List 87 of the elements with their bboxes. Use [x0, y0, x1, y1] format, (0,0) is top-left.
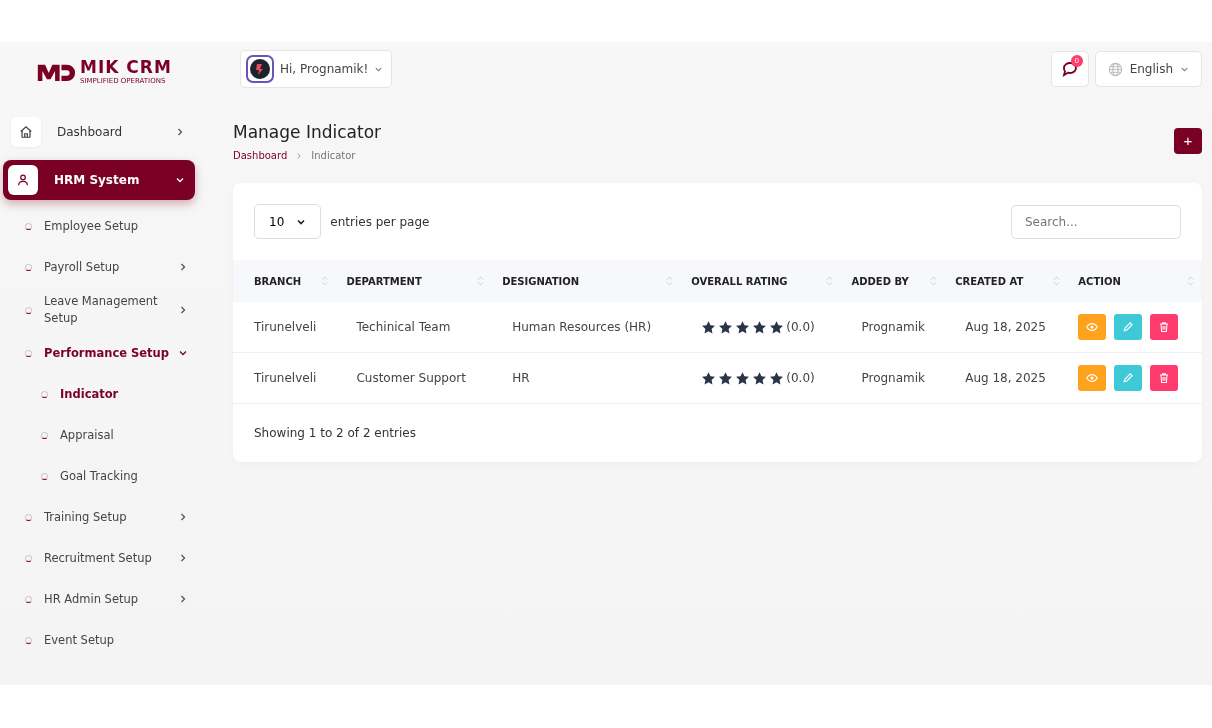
star-icon — [735, 370, 751, 386]
table-cell: Prognamik — [861, 320, 926, 334]
view-button[interactable] — [1078, 314, 1107, 340]
entries-summary: Showing 1 to 2 of 2 entries — [253, 425, 417, 442]
chat-icon — [1060, 60, 1079, 78]
notification-count: 0 — [1070, 55, 1083, 67]
breadcrumb-current: Indicator — [311, 150, 356, 161]
chevron-icon — [178, 553, 188, 563]
star-icon — [735, 319, 751, 335]
delete-button[interactable] — [1150, 314, 1179, 340]
chevron-icon — [178, 348, 188, 358]
logo-name: MIK CRM — [80, 59, 172, 76]
column-header[interactable]: ADDED BY — [851, 275, 909, 287]
page-title: Manage Indicator — [233, 122, 382, 142]
chevron-icon — [178, 305, 188, 315]
trash-icon — [1158, 372, 1171, 384]
chevron-icon — [175, 127, 185, 137]
rating-value: (0.0) — [786, 371, 815, 385]
page-size-select[interactable]: 10 — [254, 204, 322, 239]
sidebar-subitem[interactable]: Employee Setup — [3, 211, 210, 241]
sort-icon — [321, 275, 329, 287]
breadcrumb-link[interactable]: Dashboard — [233, 150, 288, 161]
chevron-icon — [178, 594, 188, 604]
sort-icon — [930, 275, 938, 287]
sort-icon — [1053, 275, 1061, 287]
pencil-icon — [1122, 321, 1135, 333]
table-cell: Techinical Team — [356, 320, 451, 334]
table-cell: Tirunelveli — [254, 320, 317, 334]
star-icon — [752, 319, 768, 335]
delete-button[interactable] — [1150, 365, 1179, 391]
user-icon — [16, 173, 30, 187]
trash-icon — [1158, 321, 1171, 333]
table-cell: Customer Support — [356, 371, 466, 385]
add-button[interactable]: + — [1174, 127, 1202, 154]
sidebar-item[interactable]: Dashboard — [6, 112, 195, 152]
star-icon — [752, 370, 768, 386]
star-icon — [701, 319, 717, 335]
globe-icon — [1107, 61, 1123, 77]
user-menu[interactable]: Hi, Prognamik! — [240, 50, 393, 88]
star-icon — [718, 370, 734, 386]
view-button[interactable] — [1078, 365, 1107, 391]
sidebar-subitem[interactable]: Payroll Setup — [3, 252, 210, 282]
eye-icon — [1086, 321, 1099, 333]
sort-icon — [477, 275, 485, 287]
star-icon — [769, 370, 785, 386]
table-cell: Aug 18, 2025 — [965, 320, 1046, 334]
sidebar-subitem[interactable]: Performance Setup — [3, 338, 210, 368]
sidebar-subitem[interactable]: Training Setup — [3, 502, 210, 532]
sidebar-subitem[interactable]: Leave Management Setup — [3, 293, 210, 327]
edit-button[interactable] — [1114, 365, 1143, 391]
edit-button[interactable] — [1114, 314, 1143, 340]
sort-icon — [826, 275, 834, 287]
page-size-label: entries per page — [330, 214, 430, 229]
chevron-icon — [178, 262, 188, 272]
column-header[interactable]: ACTION — [1078, 275, 1121, 287]
column-header[interactable]: DEPARTMENT — [346, 275, 422, 287]
sidebar-item[interactable]: HRM System — [3, 160, 195, 200]
rating-value: (0.0) — [786, 320, 815, 334]
pencil-icon — [1122, 372, 1135, 384]
sidebar-subitem[interactable]: Recruitment Setup — [3, 543, 210, 573]
sidebar-subitem[interactable]: Indicator — [3, 379, 210, 409]
avatar-icon — [249, 58, 271, 80]
sort-icon — [1187, 275, 1194, 287]
star-icon — [701, 370, 717, 386]
table-cell: Aug 18, 2025 — [965, 371, 1046, 385]
eye-icon — [1086, 372, 1099, 384]
table-cell: Prognamik — [861, 371, 926, 385]
chevron-icon — [175, 175, 185, 185]
column-header[interactable]: DESIGNATION — [502, 275, 580, 287]
star-icon — [718, 319, 734, 335]
chevron-icon — [295, 151, 304, 160]
star-icon — [769, 319, 785, 335]
search-field[interactable]: Search... — [1011, 204, 1181, 239]
table-cell: HR — [512, 371, 530, 385]
sort-icon — [666, 275, 674, 287]
table-cell: Human Resources (HR) — [512, 320, 652, 334]
sidebar-subitem[interactable]: Event Setup — [3, 625, 210, 655]
table-cell: Tirunelveli — [254, 371, 317, 385]
column-header[interactable]: BRANCH — [254, 275, 302, 287]
sidebar-subitem[interactable]: Appraisal — [3, 420, 210, 450]
column-header[interactable]: OVERALL RATING — [691, 275, 788, 287]
column-header[interactable]: CREATED AT — [955, 275, 1024, 287]
sidebar-subitem[interactable]: Goal Tracking — [3, 461, 210, 491]
sidebar-subitem[interactable]: HR Admin Setup — [3, 584, 210, 614]
home-icon — [19, 125, 33, 139]
chevron-icon — [178, 512, 188, 522]
language-selector[interactable]: English — [1094, 51, 1202, 87]
